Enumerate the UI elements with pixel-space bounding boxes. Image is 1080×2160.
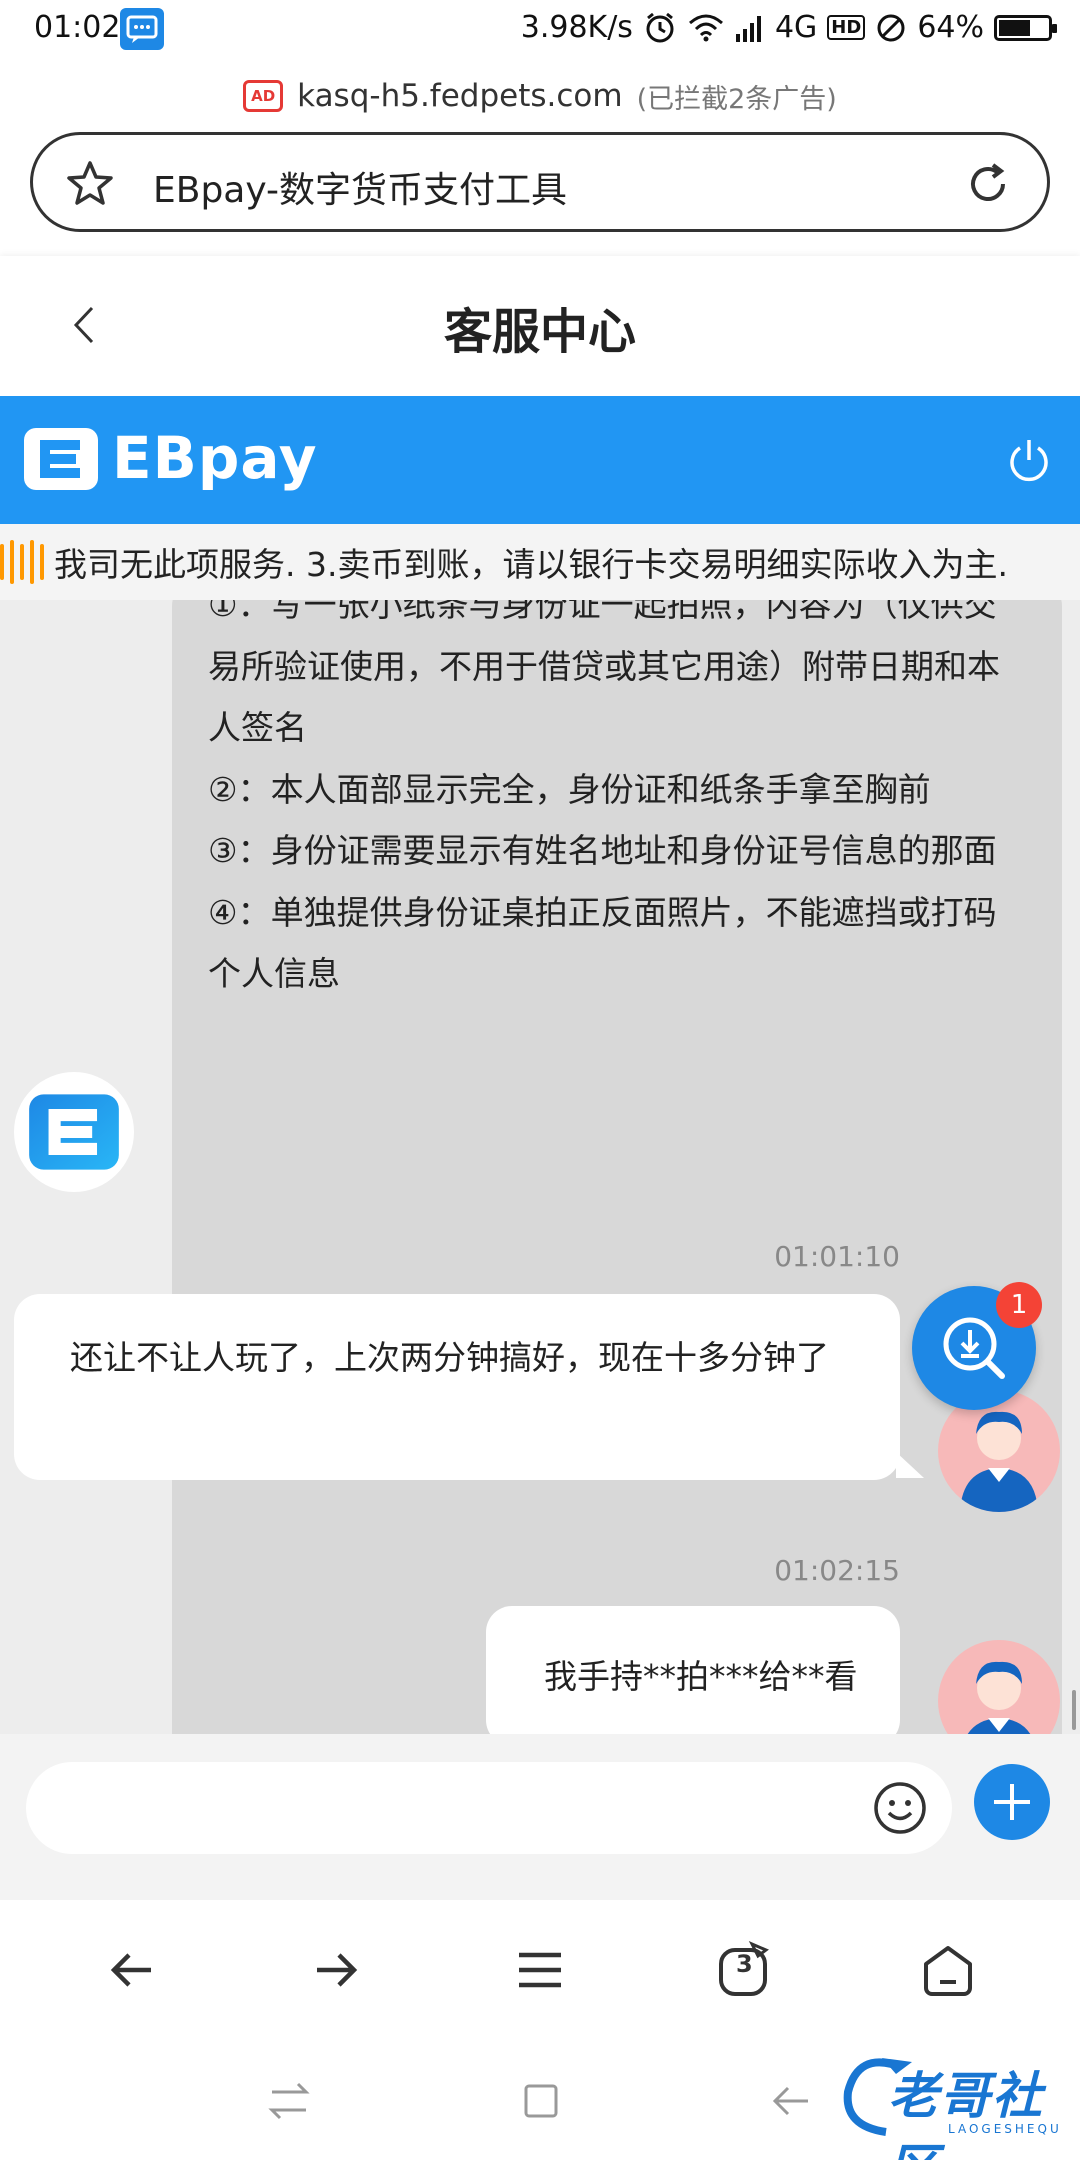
network-type: 4G [774,10,818,45]
user-message-bubble: 我手持**拍***给**看 [486,1606,900,1734]
user-message-text: 我手持**拍***给**看 [544,1657,858,1696]
ad-block-icon: AD [243,80,284,112]
alarm-icon [646,12,674,42]
tab-count: 3 [736,1950,753,1978]
status-bar: 01:02 3.98K/s 4G HD 64% [0,0,1080,62]
browser-home-button[interactable] [908,1930,988,2010]
status-indicators: 3.98K/s 4G HD 64% [520,10,1057,45]
plus-icon [994,1784,1030,1820]
browser-back-button[interactable] [92,1930,172,2010]
power-icon[interactable] [1004,436,1054,486]
user-message-text: 还让不让人玩了，上次两分钟搞好，现在十多分钟了 [70,1338,829,1377]
browser-toolbar: 3 [0,1900,1080,2040]
star-icon[interactable] [65,159,115,209]
message-input[interactable] [26,1762,952,1854]
emoji-icon[interactable] [870,1778,930,1838]
watermark-text: 老哥社区 [888,2067,1044,2160]
brand-name: EBpay [112,424,318,492]
bot-message-text: ①：写一张小纸条与身份证一起拍照，内容为（仅供交易所验证使用，不用于借贷或其它用… [208,600,1000,993]
do-not-disturb-icon [877,14,905,41]
battery-percent: 64% [917,10,984,45]
ad-blocked-note: (已拦截2条广告) [636,83,837,115]
network-speed: 3.98K/s [520,10,633,45]
browser-tabs-button[interactable]: 3 [704,1930,784,2010]
announcement-icon [0,540,48,584]
url-domain: kasq-h5.fedpets.com [297,78,623,114]
notification-badge: 1 [996,1282,1042,1328]
marquee-text: 我司无此项服务. 3.卖币到账，请以银行卡交易明细实际收入为主. [54,545,1008,584]
battery-icon [994,14,1057,41]
watermark-subtext: LAOGESHEQU [948,2122,1062,2136]
page-title: EBpay-数字货币支付工具 [153,170,568,211]
watermark: 老哥社区 LAOGESHEQU [838,2052,1068,2160]
menu-icon [519,1952,561,1988]
reload-icon[interactable] [963,159,1013,209]
bot-avatar [14,1072,134,1192]
user-message-bubble: 还让不让人玩了，上次两分钟搞好，现在十多分钟了 [14,1294,900,1480]
ebpay-logo-icon [24,428,98,490]
browser-menu-button[interactable] [500,1930,580,2010]
address-bar[interactable]: EBpay-数字货币支付工具 [30,132,1050,232]
scrollbar[interactable] [1072,1690,1076,1730]
bot-message-bubble: ①：写一张小纸条与身份证一起拍照，内容为（仅供交易所验证使用，不用于借贷或其它用… [172,600,1062,1734]
notice-marquee: 我司无此项服务. 3.卖币到账，请以银行卡交易明细实际收入为主. [0,524,1080,600]
recents-icon[interactable] [516,2076,566,2126]
hd-badge: HD [827,15,866,40]
ebpay-logo-icon [29,1094,119,1170]
message-notification-icon [120,8,164,50]
status-time: 01:02 [34,10,121,45]
brand-bar: EBpay [0,396,1080,524]
signal-icon [735,15,761,42]
arrow-left-icon [110,1953,151,1987]
home-icon [924,1946,972,1996]
message-timestamp: 01:02:15 [774,1554,900,1587]
switch-apps-icon[interactable] [264,2076,314,2126]
user-avatar [938,1390,1060,1512]
wifi-icon [688,14,723,41]
system-back-icon[interactable] [766,2076,816,2126]
page-header: 客服中心 [0,256,1080,396]
header-title: 客服中心 [443,304,636,360]
input-bar [0,1734,1080,1900]
chat-area[interactable]: ①：写一张小纸条与身份证一起拍照，内容为（仅供交易所验证使用，不用于借贷或其它用… [0,600,1080,1734]
browser-forward-button[interactable] [296,1930,376,2010]
arrow-right-icon [317,1953,358,1987]
add-button[interactable] [974,1764,1050,1840]
url-info[interactable]: AD kasq-h5.fedpets.com (已拦截2条广告) [0,66,1080,126]
bubble-tail [896,1452,924,1478]
message-timestamp: 01:01:10 [774,1240,900,1273]
